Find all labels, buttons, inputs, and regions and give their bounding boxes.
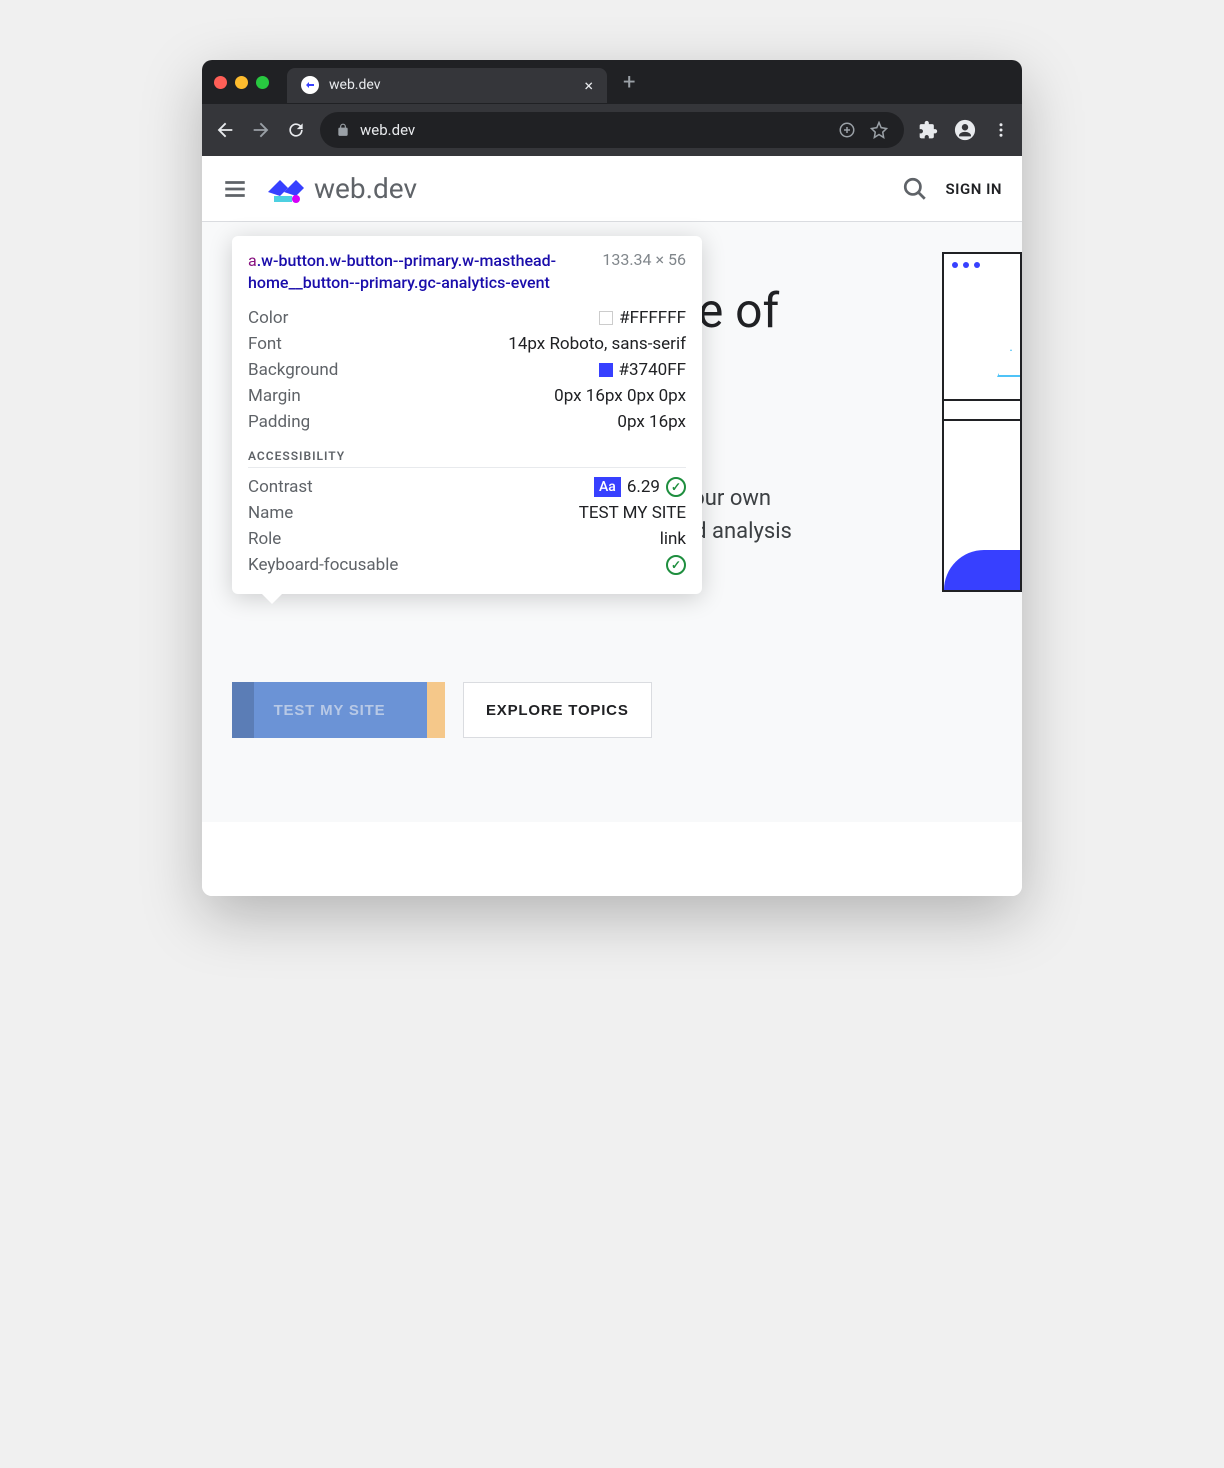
kebab-menu-icon[interactable] [992, 121, 1010, 139]
hero-illustration [942, 252, 1022, 592]
cta-row: TEST MY SITE EXPLORE TOPICS [232, 682, 652, 738]
back-button[interactable] [214, 119, 236, 141]
tt-kb-label: Keyboard-focusable [248, 555, 398, 575]
address-bar[interactable]: web.dev [320, 112, 904, 148]
toolbar-right-icons [918, 119, 1010, 141]
hamburger-icon[interactable] [222, 176, 248, 202]
site-logo[interactable]: web.dev [266, 172, 417, 205]
profile-icon[interactable] [954, 119, 976, 141]
window-close-dot[interactable] [214, 76, 227, 89]
reload-button[interactable] [286, 120, 306, 140]
window-min-dot[interactable] [235, 76, 248, 89]
page-content: web.dev SIGN IN re of your own nd analys… [202, 156, 1022, 896]
tt-name-value: TEST MY SITE [579, 503, 686, 523]
color-swatch-blue [599, 363, 613, 377]
tab-title: web.dev [329, 77, 574, 93]
tt-color-value: #FFFFFF [619, 308, 686, 328]
tooltip-class: .w-button.w-button--primary.w-masthead-h… [248, 251, 556, 292]
site-header: web.dev SIGN IN [202, 156, 1022, 222]
tt-name-label: Name [248, 503, 293, 523]
favicon-icon [301, 76, 319, 94]
tt-font-label: Font [248, 334, 282, 354]
tt-font-value: 14px Roboto, sans-serif [508, 334, 686, 354]
traffic-lights [214, 76, 269, 89]
tabstrip: web.dev × + [202, 60, 1022, 104]
browser-chrome: web.dev × + web.dev [202, 60, 1022, 156]
hero-body-fragment: your own nd analysis [682, 482, 962, 548]
search-icon[interactable] [902, 176, 928, 202]
tt-color-label: Color [248, 308, 288, 328]
tt-padding-label: Padding [248, 412, 310, 432]
tt-role-label: Role [248, 529, 281, 549]
signin-button[interactable]: SIGN IN [946, 180, 1002, 198]
color-swatch-white [599, 311, 613, 325]
check-icon: ✓ [666, 555, 686, 575]
tt-margin-label: Margin [248, 386, 301, 406]
tooltip-selector: a.w-button.w-button--primary.w-masthead-… [248, 250, 590, 295]
tt-bg-value: #3740FF [619, 360, 686, 380]
browser-tab[interactable]: web.dev × [287, 68, 607, 103]
extensions-icon[interactable] [918, 120, 938, 140]
tooltip-tag: a [248, 251, 257, 270]
tt-contrast-label: Contrast [248, 477, 313, 497]
check-icon: ✓ [666, 477, 686, 497]
new-tab-button[interactable]: + [623, 70, 635, 95]
add-circle-icon[interactable] [838, 121, 856, 139]
tab-close-icon[interactable]: × [584, 76, 593, 95]
tt-accessibility-header: ACCESSIBILITY [248, 449, 686, 468]
lock-icon [336, 123, 350, 137]
window-max-dot[interactable] [256, 76, 269, 89]
explore-topics-button[interactable]: EXPLORE TOPICS [463, 682, 652, 738]
tooltip-dimensions: 133.34 × 56 [602, 250, 686, 269]
contrast-aa-badge: Aa [594, 477, 621, 497]
forward-button[interactable] [250, 119, 272, 141]
browser-toolbar: web.dev [202, 104, 1022, 156]
url-text: web.dev [360, 121, 828, 139]
hero-section: re of your own nd analysis TEST MY SITE … [202, 222, 1022, 822]
tt-margin-value: 0px 16px 0px 0px [554, 386, 686, 406]
browser-window: web.dev × + web.dev [202, 60, 1022, 896]
test-my-site-button[interactable]: TEST MY SITE [232, 682, 427, 738]
tt-padding-value: 0px 16px [617, 412, 686, 432]
tt-role-value: link [660, 529, 686, 549]
star-icon[interactable] [870, 121, 888, 139]
tt-contrast-value: 6.29 [627, 477, 660, 497]
devtools-inspect-tooltip: a.w-button.w-button--primary.w-masthead-… [232, 236, 702, 594]
logo-text: web.dev [314, 172, 417, 205]
logo-mark-icon [266, 174, 306, 204]
tt-bg-label: Background [248, 360, 338, 380]
